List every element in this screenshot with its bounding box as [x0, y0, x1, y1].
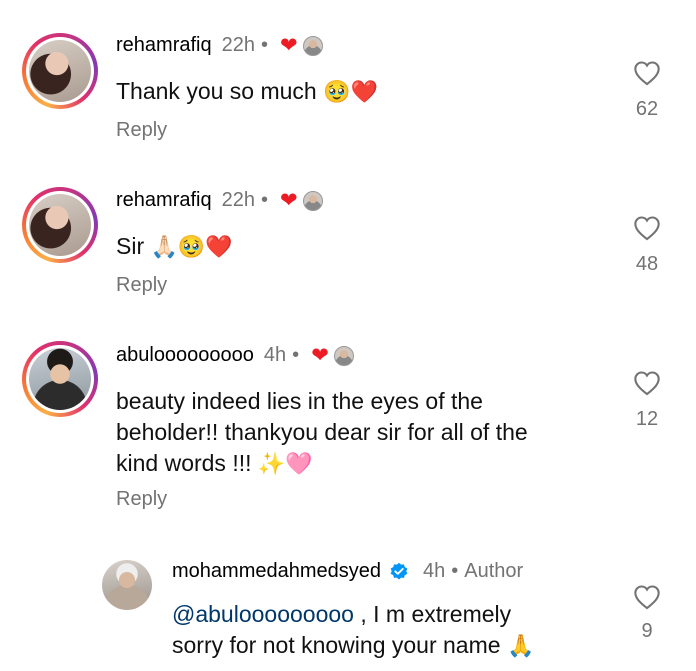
heart-outline-icon — [634, 585, 660, 610]
like-count: 9 — [641, 620, 653, 642]
comment-text-line: sorry for not knowing your name — [172, 632, 501, 658]
like-button[interactable]: 9 — [617, 584, 677, 643]
comment-emoji: 🙏 — [506, 634, 535, 659]
author-label: Author — [464, 560, 524, 582]
timestamp: 4h — [423, 560, 446, 582]
comment-text: @abulooooooooo , I m extremely sorry for… — [172, 599, 534, 662]
comment-4-author-reply: mohammedahmedsyed 4h • Author @abulooooo… — [0, 0, 696, 671]
username[interactable]: mohammedahmedsyed — [172, 560, 381, 583]
separator-dot: • — [451, 560, 459, 582]
verified-badge-icon — [390, 562, 408, 579]
comment-text-line: , I m extremely — [353, 601, 512, 627]
mention-link[interactable]: @abulooooooooo — [172, 601, 354, 627]
avatar[interactable] — [102, 560, 152, 610]
